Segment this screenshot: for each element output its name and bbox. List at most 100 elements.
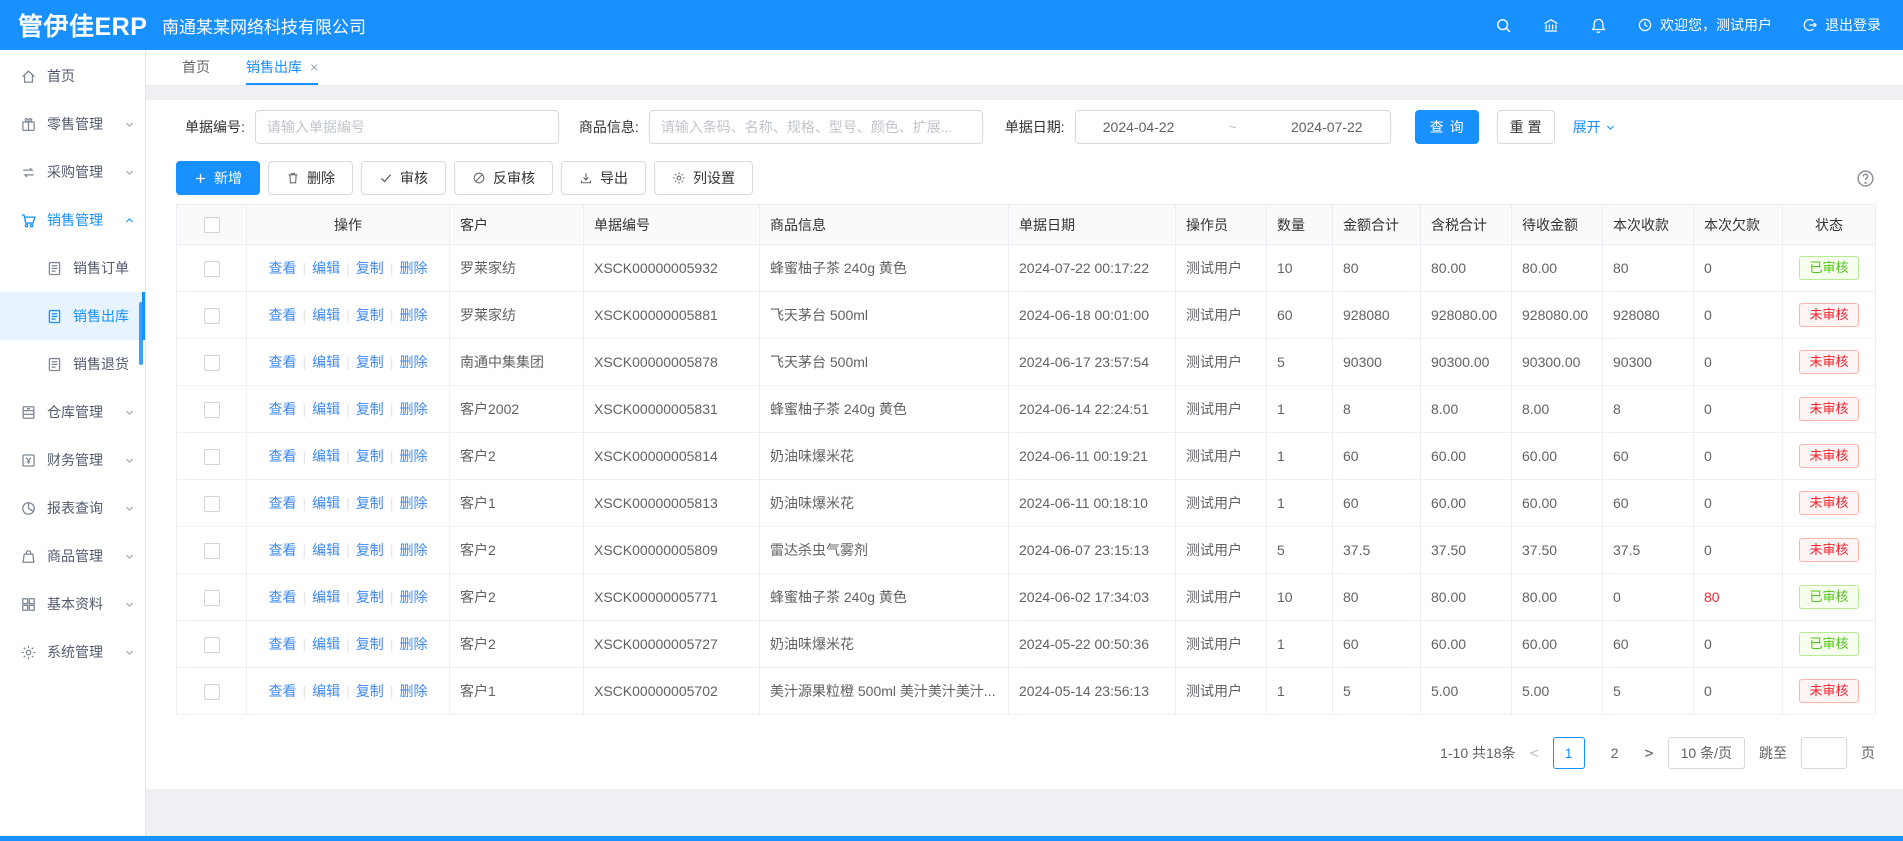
prev-page-button[interactable]: < xyxy=(1530,744,1539,762)
action-delete[interactable]: 删除 xyxy=(399,448,427,464)
action-delete[interactable]: 删除 xyxy=(399,495,427,511)
action-edit[interactable]: 编辑 xyxy=(312,307,340,323)
search-icon[interactable] xyxy=(1495,17,1512,34)
sidebar-item-sales-order[interactable]: 销售订单 xyxy=(0,244,145,292)
date-from[interactable]: 2024-04-22 xyxy=(1103,119,1175,135)
action-copy[interactable]: 复制 xyxy=(356,307,384,323)
action-edit[interactable]: 编辑 xyxy=(312,401,340,417)
action-view[interactable]: 查看 xyxy=(269,260,297,276)
action-copy[interactable]: 复制 xyxy=(356,636,384,652)
sidebar-item-label: 商品管理 xyxy=(47,546,103,566)
action-view[interactable]: 查看 xyxy=(269,307,297,323)
action-delete[interactable]: 删除 xyxy=(399,542,427,558)
action-view[interactable]: 查看 xyxy=(269,636,297,652)
row-checkbox[interactable] xyxy=(204,590,220,606)
sidebar-item-basic-data[interactable]: 基本资料 xyxy=(0,580,145,628)
product-info-input[interactable] xyxy=(649,110,983,144)
sidebar-item-purchase[interactable]: 采购管理 xyxy=(0,148,145,196)
row-checkbox[interactable] xyxy=(204,684,220,700)
sidebar-item-retail[interactable]: 零售管理 xyxy=(0,100,145,148)
row-checkbox[interactable] xyxy=(204,308,220,324)
action-view[interactable]: 查看 xyxy=(269,401,297,417)
action-delete[interactable]: 删除 xyxy=(399,307,427,323)
page-size-select[interactable]: 10 条/页 xyxy=(1668,737,1745,769)
row-checkbox[interactable] xyxy=(204,355,220,371)
welcome-user[interactable]: 欢迎您，测试用户 xyxy=(1637,15,1772,35)
doc-no-input[interactable] xyxy=(255,110,559,144)
row-checkbox[interactable] xyxy=(204,449,220,465)
sidebar-item-sales-outbound[interactable]: 销售出库 xyxy=(0,292,145,340)
sidebar-item-warehouse[interactable]: 仓库管理 xyxy=(0,388,145,436)
export-button[interactable]: 导出 xyxy=(561,161,646,195)
tab-home[interactable]: 首页 xyxy=(182,50,210,85)
date-to[interactable]: 2024-07-22 xyxy=(1291,119,1363,135)
add-button[interactable]: 新增 xyxy=(176,161,260,195)
action-edit[interactable]: 编辑 xyxy=(312,542,340,558)
action-edit[interactable]: 编辑 xyxy=(312,683,340,699)
action-view[interactable]: 查看 xyxy=(269,542,297,558)
row-checkbox[interactable] xyxy=(204,496,220,512)
logout-button[interactable]: 退出登录 xyxy=(1802,15,1881,35)
action-edit[interactable]: 编辑 xyxy=(312,589,340,605)
cell-amount: 60 xyxy=(1333,433,1421,480)
action-delete[interactable]: 删除 xyxy=(399,260,427,276)
action-edit[interactable]: 编辑 xyxy=(312,260,340,276)
action-view[interactable]: 查看 xyxy=(269,495,297,511)
action-copy[interactable]: 复制 xyxy=(356,589,384,605)
action-edit[interactable]: 编辑 xyxy=(312,354,340,370)
sidebar-item-reports[interactable]: 报表查询 xyxy=(0,484,145,532)
jump-page-input[interactable] xyxy=(1801,737,1847,769)
row-checkbox[interactable] xyxy=(204,543,220,559)
row-checkbox[interactable] xyxy=(204,402,220,418)
bell-icon[interactable] xyxy=(1590,17,1607,34)
delete-button[interactable]: 删除 xyxy=(268,161,353,195)
action-delete[interactable]: 删除 xyxy=(399,683,427,699)
column-settings-button[interactable]: 列设置 xyxy=(654,161,753,195)
action-view[interactable]: 查看 xyxy=(269,354,297,370)
action-view[interactable]: 查看 xyxy=(269,448,297,464)
close-icon[interactable]: × xyxy=(310,60,318,74)
search-button[interactable]: 查询 xyxy=(1415,110,1479,144)
action-view[interactable]: 查看 xyxy=(269,683,297,699)
row-checkbox[interactable] xyxy=(204,261,220,277)
action-delete[interactable]: 删除 xyxy=(399,589,427,605)
action-copy[interactable]: 复制 xyxy=(356,260,384,276)
sidebar-item-home[interactable]: 首页 xyxy=(0,52,145,100)
action-delete[interactable]: 删除 xyxy=(399,636,427,652)
next-page-button[interactable]: > xyxy=(1645,744,1654,762)
sidebar-item-sales-return[interactable]: 销售退货 xyxy=(0,340,145,388)
action-copy[interactable]: 复制 xyxy=(356,495,384,511)
action-copy[interactable]: 复制 xyxy=(356,448,384,464)
action-edit[interactable]: 编辑 xyxy=(312,636,340,652)
table-row: 查看|编辑|复制|删除客户2XSCK00000005727奶油味爆米花2024-… xyxy=(177,621,1876,668)
bank-icon[interactable] xyxy=(1542,17,1560,34)
action-edit[interactable]: 编辑 xyxy=(312,448,340,464)
help-icon[interactable] xyxy=(1856,169,1875,188)
row-checkbox[interactable] xyxy=(204,637,220,653)
action-copy[interactable]: 复制 xyxy=(356,401,384,417)
cell-amount: 90300 xyxy=(1333,339,1421,386)
action-copy[interactable]: 复制 xyxy=(356,683,384,699)
chevron-down-icon xyxy=(124,551,135,562)
date-range-picker[interactable]: 2024-04-22 ~ 2024-07-22 xyxy=(1075,110,1391,144)
sidebar-item-sales[interactable]: 销售管理 xyxy=(0,196,145,244)
page-button-1[interactable]: 1 xyxy=(1553,737,1585,769)
action-copy[interactable]: 复制 xyxy=(356,354,384,370)
action-edit[interactable]: 编辑 xyxy=(312,495,340,511)
reset-button[interactable]: 重置 xyxy=(1497,110,1555,144)
tab-sales-outbound[interactable]: 销售出库 × xyxy=(246,50,318,85)
expand-link[interactable]: 展开 xyxy=(1573,117,1616,137)
column-header: 商品信息 xyxy=(760,205,1009,245)
sidebar-item-goods[interactable]: 商品管理 xyxy=(0,532,145,580)
page-button-2[interactable]: 2 xyxy=(1599,737,1631,769)
sidebar-item-finance[interactable]: 财务管理 xyxy=(0,436,145,484)
sidebar-scrollbar-thumb[interactable] xyxy=(139,302,143,365)
action-copy[interactable]: 复制 xyxy=(356,542,384,558)
action-delete[interactable]: 删除 xyxy=(399,354,427,370)
select-all-checkbox[interactable] xyxy=(204,217,220,233)
approve-button[interactable]: 审核 xyxy=(361,161,446,195)
action-view[interactable]: 查看 xyxy=(269,589,297,605)
action-delete[interactable]: 删除 xyxy=(399,401,427,417)
unapprove-button[interactable]: 反审核 xyxy=(454,161,553,195)
sidebar-item-system[interactable]: 系统管理 xyxy=(0,628,145,676)
